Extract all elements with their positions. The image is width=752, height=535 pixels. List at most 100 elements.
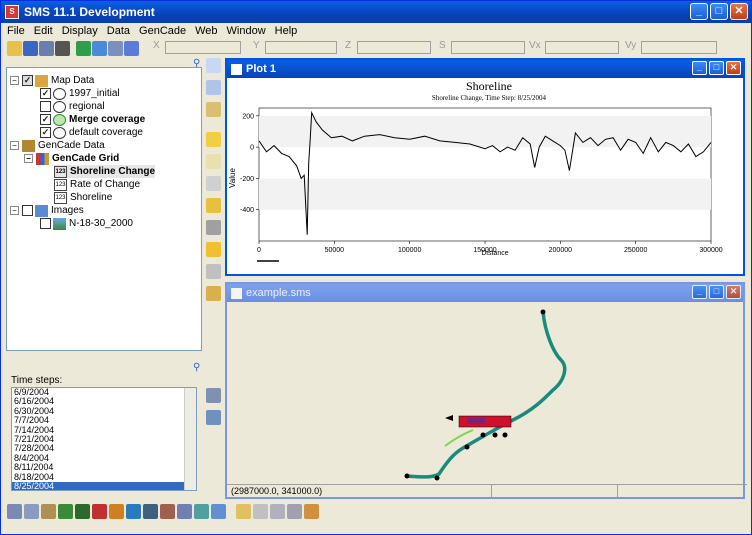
- list-item-selected[interactable]: 8/25/2004: [12, 481, 196, 490]
- checkbox-icon[interactable]: [22, 205, 33, 216]
- help-icon[interactable]: [206, 388, 221, 403]
- zoom-icon[interactable]: [92, 40, 107, 56]
- open-folder-icon[interactable]: [7, 40, 22, 56]
- x-tick-label: 300000: [699, 247, 722, 254]
- pan-icon[interactable]: [206, 102, 221, 117]
- map-module-icon[interactable]: [177, 503, 192, 519]
- menu-edit[interactable]: Edit: [34, 25, 53, 37]
- tree-rate-of-change[interactable]: 123 Rate of Change: [54, 178, 140, 191]
- grid-module-icon[interactable]: [24, 503, 39, 519]
- collapse-icon[interactable]: −: [24, 154, 33, 163]
- checkbox-icon[interactable]: ✓: [22, 75, 33, 86]
- x-tick-label: 250000: [624, 247, 647, 254]
- pin-icon[interactable]: ⚲: [193, 362, 203, 373]
- checkbox-icon[interactable]: ✓: [40, 127, 51, 138]
- sms-close-button[interactable]: ✕: [726, 285, 741, 299]
- node[interactable]: [480, 432, 486, 438]
- select-icon[interactable]: [206, 58, 221, 73]
- tree-images[interactable]: − Images: [10, 204, 84, 217]
- image-module-icon[interactable]: [194, 503, 209, 519]
- vx-field[interactable]: [545, 41, 619, 54]
- x-field[interactable]: [165, 41, 241, 54]
- collapse-icon[interactable]: −: [10, 76, 19, 85]
- tree-image-n18[interactable]: N-18-30_2000: [40, 217, 133, 230]
- tree-gencade-data[interactable]: − GenCade Data: [10, 139, 105, 152]
- minimize-button[interactable]: _: [690, 3, 708, 20]
- checkbox-icon[interactable]: ✓: [40, 88, 51, 99]
- y-field[interactable]: [265, 41, 337, 54]
- annotation-icon[interactable]: [211, 503, 226, 519]
- tree-merge-coverage[interactable]: ✓ Merge coverage: [40, 113, 145, 126]
- view-icon[interactable]: [206, 410, 221, 425]
- particle-icon[interactable]: [109, 503, 124, 519]
- close-button[interactable]: ✕: [730, 3, 748, 20]
- select-polygon-icon[interactable]: [206, 198, 221, 213]
- checkbox-icon[interactable]: [40, 218, 51, 229]
- tree-gencade-grid[interactable]: − GenCade Grid: [24, 152, 119, 165]
- shoreline-arc[interactable]: [406, 311, 567, 479]
- list-scrollbar[interactable]: [184, 388, 196, 490]
- menu-help[interactable]: Help: [275, 25, 298, 37]
- checkbox-icon[interactable]: [40, 101, 51, 112]
- mesh-module-icon[interactable]: [7, 503, 22, 519]
- 1d-grid-icon[interactable]: [143, 503, 158, 519]
- select-arc-icon[interactable]: [206, 132, 221, 147]
- plot-close-button[interactable]: ✕: [726, 61, 741, 75]
- frame-icon[interactable]: [108, 40, 123, 56]
- menu-window[interactable]: Window: [227, 25, 266, 37]
- plot-maximize-button[interactable]: □: [709, 61, 724, 75]
- scatter-module-icon[interactable]: [41, 503, 56, 519]
- edit-icon[interactable]: [253, 503, 268, 519]
- tree-map-data[interactable]: − ✓ Map Data: [10, 74, 94, 87]
- gencade-module-icon[interactable]: [160, 503, 175, 519]
- checkbox-icon[interactable]: ✓: [40, 114, 51, 125]
- menu-file[interactable]: File: [7, 25, 25, 37]
- profile-icon[interactable]: [206, 286, 221, 301]
- node[interactable]: [404, 473, 410, 479]
- z-field[interactable]: [357, 41, 431, 54]
- menu-display[interactable]: Display: [62, 25, 98, 37]
- measure-icon[interactable]: [206, 264, 221, 279]
- collapse-icon[interactable]: −: [10, 141, 19, 150]
- tree-shoreline-change[interactable]: 123 Shoreline Change: [54, 165, 156, 178]
- tree-default-coverage[interactable]: ✓ default coverage: [40, 126, 143, 139]
- print-icon[interactable]: [39, 40, 54, 56]
- vy-field[interactable]: [641, 41, 717, 54]
- s-field[interactable]: [451, 41, 525, 54]
- node[interactable]: [492, 432, 498, 438]
- browser-icon[interactable]: [287, 503, 302, 519]
- node[interactable]: [502, 432, 508, 438]
- menu-web[interactable]: Web: [195, 25, 217, 37]
- refresh-icon[interactable]: [76, 40, 91, 56]
- plot-wizard-icon[interactable]: [304, 503, 319, 519]
- map-canvas[interactable]: [227, 302, 743, 482]
- maximize-button[interactable]: □: [710, 3, 728, 20]
- tree-1997-initial[interactable]: ✓ 1997_initial: [40, 87, 120, 100]
- sms-maximize-button[interactable]: □: [709, 285, 724, 299]
- delete-icon[interactable]: [55, 40, 70, 56]
- time-steps-list[interactable]: 6/9/2004 6/16/2004 6/30/2004 7/7/2004 7/…: [11, 387, 197, 491]
- node[interactable]: [540, 309, 546, 315]
- collapse-icon[interactable]: −: [10, 206, 19, 215]
- shoreline-icon[interactable]: [206, 242, 221, 257]
- quadtree-icon[interactable]: [75, 503, 90, 519]
- zoom-tool-icon[interactable]: [206, 80, 221, 95]
- tree-shoreline[interactable]: 123 Shoreline: [54, 191, 112, 204]
- gis-icon[interactable]: [126, 503, 141, 519]
- menu-gencade[interactable]: GenCade: [139, 25, 186, 37]
- save-icon[interactable]: [23, 40, 38, 56]
- cartesian-grid-icon[interactable]: [58, 503, 73, 519]
- tree-regional[interactable]: regional: [40, 100, 105, 113]
- node[interactable]: [464, 444, 470, 450]
- create-arc-icon[interactable]: [206, 176, 221, 191]
- structure-icon[interactable]: [206, 220, 221, 235]
- plot-minimize-button[interactable]: _: [692, 61, 707, 75]
- raster-icon[interactable]: [92, 503, 107, 519]
- lightbulb-icon[interactable]: [236, 503, 251, 519]
- sms-minimize-button[interactable]: _: [692, 285, 707, 299]
- node[interactable]: [434, 475, 440, 481]
- axis-icon[interactable]: [124, 40, 139, 56]
- window-icon[interactable]: [270, 503, 285, 519]
- create-node-icon[interactable]: [206, 154, 221, 169]
- menu-data[interactable]: Data: [107, 25, 130, 37]
